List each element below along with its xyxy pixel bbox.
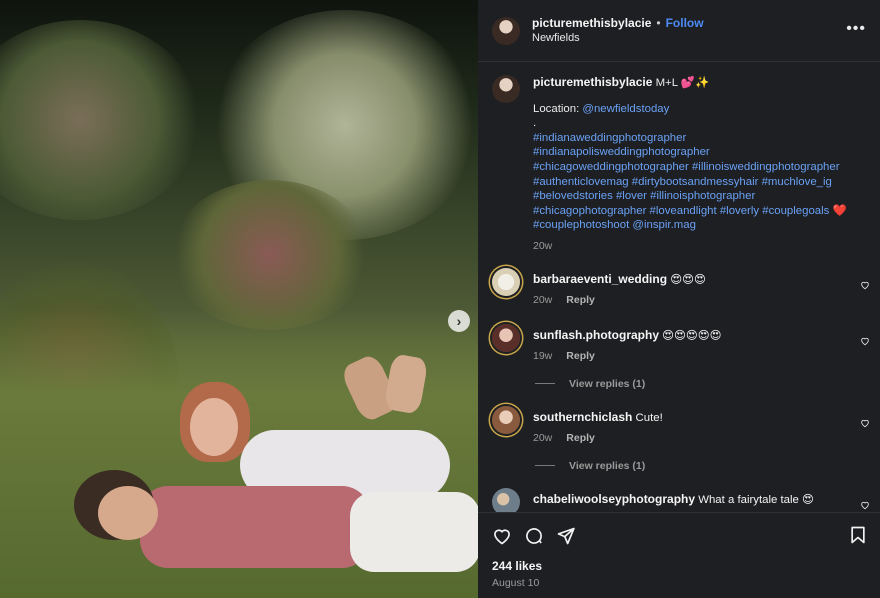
comment-item: barbaraeventi_wedding 😍😍😍 20w Reply xyxy=(478,267,880,308)
caption-time: 20w xyxy=(533,239,553,252)
next-photo-button[interactable]: › xyxy=(448,310,470,332)
comment-time: 20w xyxy=(533,431,553,444)
post-header: picturemethisbylacie • Follow Newfields ••… xyxy=(478,0,880,62)
commenter-avatar[interactable] xyxy=(492,323,520,352)
heart-icon[interactable] xyxy=(860,336,870,346)
comments-scroll-area[interactable]: picturemethisbylacie M+L 💕✨ Location: @n… xyxy=(478,63,880,512)
woman-face xyxy=(190,398,238,456)
reply-button[interactable]: Reply xyxy=(566,350,595,362)
view-replies-button[interactable]: View replies (1) xyxy=(478,460,880,472)
hashtag-line[interactable]: #belovedstories #lover #illinoisphotogra… xyxy=(533,189,847,204)
post-photo[interactable]: › xyxy=(0,0,478,598)
post-date: August 10 xyxy=(492,577,540,589)
commenter-username[interactable]: barbaraeventi_wedding xyxy=(533,272,667,286)
man-pants xyxy=(350,492,478,572)
reply-button[interactable]: Reply xyxy=(566,294,595,306)
comment-time: 19w xyxy=(533,349,553,362)
hashtag-line[interactable]: #chicagophotographer #loveandlight #love… xyxy=(533,204,847,219)
flower-bush-left xyxy=(0,20,200,220)
man-shirt xyxy=(140,486,370,568)
location-prefix: Location: xyxy=(533,102,583,115)
separator-dot: • xyxy=(656,15,661,30)
likes-count[interactable]: 244 likes xyxy=(492,559,866,573)
post-location[interactable]: Newfields xyxy=(532,31,704,46)
bookmark-icon[interactable] xyxy=(848,525,868,545)
follow-button[interactable]: Follow xyxy=(666,16,704,30)
hashtag-line[interactable]: #couplephotoshoot @inspir.mag xyxy=(533,218,847,233)
view-replies-label: View replies (1) xyxy=(569,459,646,472)
caption-dot: . xyxy=(533,117,537,130)
chevron-right-icon: › xyxy=(456,313,462,329)
action-icons xyxy=(492,525,866,547)
post-actions: 244 likes August 10 xyxy=(478,512,880,598)
comment-body: sunflash.photography 😍😍😍😍😍 19w Reply xyxy=(533,324,722,364)
comment-icon[interactable] xyxy=(524,526,544,546)
caption: picturemethisbylacie M+L 💕✨ Location: @n… xyxy=(478,63,880,254)
heart-icon[interactable] xyxy=(860,500,870,510)
comment-item: chabeliwoolseyphotography What a fairyta… xyxy=(478,487,880,512)
comment-time: 20w xyxy=(533,293,553,306)
hashtag-line[interactable]: #indianaweddingphotographer xyxy=(533,131,847,146)
caption-title: M+L 💕✨ xyxy=(655,77,710,89)
share-icon[interactable] xyxy=(556,526,576,546)
comment-item: southernchiclash Cute! 20w Reply xyxy=(478,405,880,446)
caption-body: picturemethisbylacie M+L 💕✨ Location: @n… xyxy=(533,75,847,254)
post-side-panel: picturemethisbylacie • Follow Newfields ••… xyxy=(478,0,880,598)
replies-line xyxy=(535,383,555,385)
view-replies-button[interactable]: View replies (1) xyxy=(478,378,880,390)
heart-icon[interactable] xyxy=(860,280,870,290)
comment-item: sunflash.photography 😍😍😍😍😍 19w Reply xyxy=(478,323,880,364)
commenter-avatar[interactable] xyxy=(492,405,520,434)
author-username[interactable]: picturemethisbylacie xyxy=(532,16,651,30)
comment-body: chabeliwoolseyphotography What a fairyta… xyxy=(533,488,814,512)
comment-text: Cute! xyxy=(635,411,663,424)
commenter-avatar[interactable] xyxy=(492,487,520,512)
commenter-username[interactable]: chabeliwoolseyphotography xyxy=(533,492,695,506)
comment-text: 😍😍😍 xyxy=(670,273,706,286)
location-tag-link[interactable]: @newfieldstoday xyxy=(582,103,669,115)
comment-text: 😍😍😍😍😍 xyxy=(662,329,722,342)
hashtag-line[interactable]: #authenticlovemag #dirtybootsandmessyhai… xyxy=(533,175,847,190)
man-face xyxy=(98,486,158,540)
view-replies-label: View replies (1) xyxy=(569,377,646,390)
comment-text: What a fairytale tale 😍 xyxy=(698,493,814,506)
more-options-icon[interactable]: ••• xyxy=(846,20,866,38)
commenter-avatar[interactable] xyxy=(492,267,520,296)
hashtag-line[interactable]: #indianapolisweddingphotographer xyxy=(533,145,847,160)
hashtag-line[interactable]: #chicagoweddingphotographer #illinoiswed… xyxy=(533,160,847,175)
comment-body: southernchiclash Cute! 20w Reply xyxy=(533,406,663,446)
author-avatar[interactable] xyxy=(492,16,520,45)
commenter-username[interactable]: sunflash.photography xyxy=(533,328,659,342)
reply-button[interactable]: Reply xyxy=(566,432,595,444)
caption-username[interactable]: picturemethisbylacie xyxy=(533,75,652,89)
heart-icon[interactable] xyxy=(860,418,870,428)
replies-line xyxy=(535,465,555,467)
header-text: picturemethisbylacie • Follow Newfields xyxy=(532,16,704,46)
caption-avatar[interactable] xyxy=(492,75,520,103)
comment-body: barbaraeventi_wedding 😍😍😍 20w Reply xyxy=(533,268,706,308)
commenter-username[interactable]: southernchiclash xyxy=(533,410,632,424)
heart-icon[interactable] xyxy=(492,526,512,546)
